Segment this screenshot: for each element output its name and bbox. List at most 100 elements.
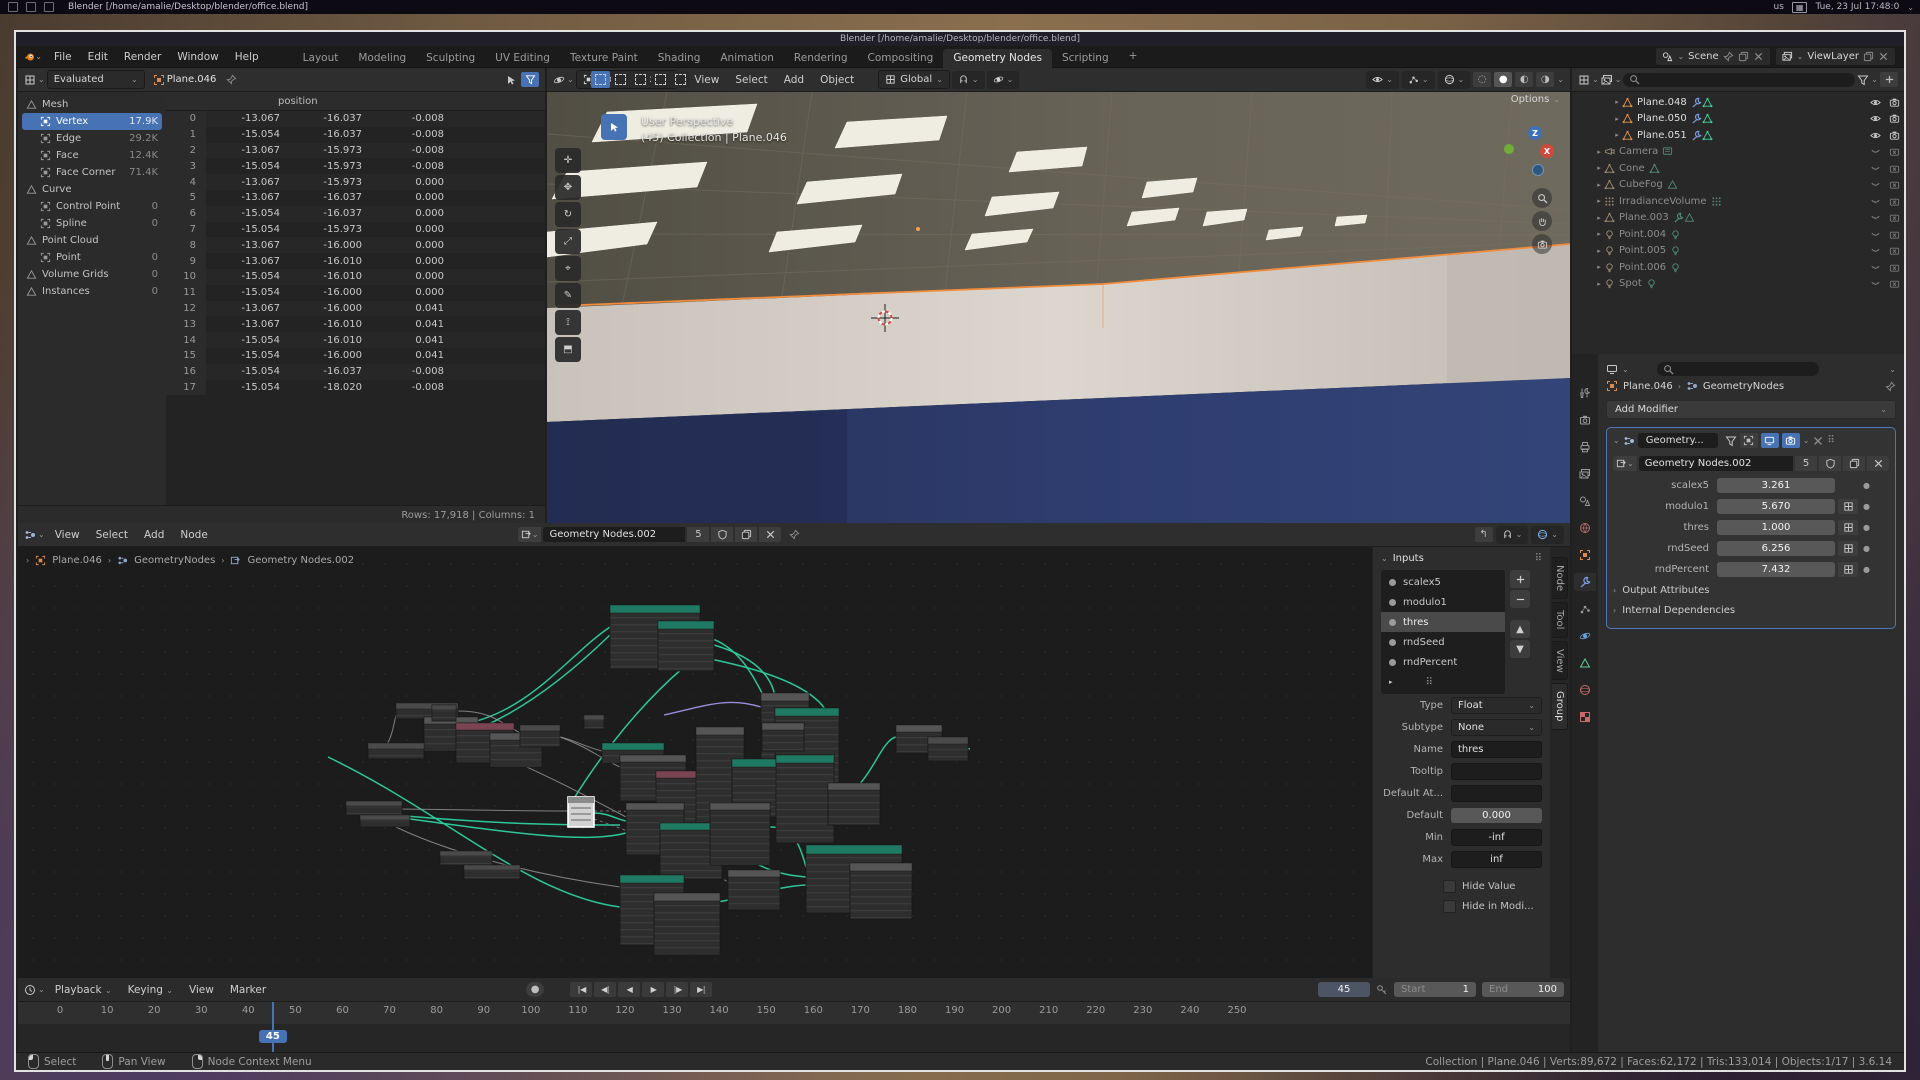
inputs-panel-title[interactable]: Inputs (1393, 553, 1424, 564)
collapse-chevron[interactable]: ⌄ (1381, 554, 1388, 563)
type-dropdown[interactable]: Float⌄ (1451, 697, 1542, 714)
group-input-modulo1[interactable]: modulo1 (1381, 592, 1505, 612)
breadcrumb-object[interactable]: Plane.046 (1623, 381, 1673, 392)
modifier-extras-chevron[interactable]: ⌄ (1803, 436, 1810, 445)
tool-cursor[interactable]: ✛ (555, 148, 581, 173)
copy-icon[interactable] (1738, 51, 1749, 62)
axis-z-ball[interactable]: Z (1528, 126, 1542, 140)
input-attribute-toggle[interactable] (1838, 499, 1858, 514)
domain-row-curve[interactable]: Curve (22, 181, 162, 198)
menu-select[interactable]: Select (727, 72, 775, 88)
subtype-dropdown[interactable]: None⌄ (1451, 719, 1542, 736)
outliner-item-plane.048[interactable]: ▸Plane.048 (1572, 94, 1904, 111)
start-frame-field[interactable]: Start1 (1394, 982, 1476, 997)
menu-view[interactable]: View (47, 527, 88, 543)
jump-to-end-button[interactable]: ▶∣ (690, 982, 712, 997)
parent-node-tree-button[interactable]: ↰ (1475, 527, 1493, 542)
menu-select[interactable]: Select (88, 527, 136, 543)
table-row[interactable]: 6-15.054-16.0370.000 (166, 206, 545, 222)
outliner-item-plane.003[interactable]: ▸Plane.003 (1572, 210, 1904, 227)
rndSeed-value-slider[interactable]: 6.256 (1717, 541, 1835, 556)
display-editmode-toggle[interactable] (1740, 433, 1758, 448)
camera-view-button[interactable] (1532, 234, 1552, 254)
input-attribute-toggle[interactable] (1838, 520, 1858, 535)
table-row[interactable]: 11-15.054-16.0000.000 (166, 285, 545, 301)
browse-node-group-button[interactable]: ⌄ (518, 527, 542, 542)
outliner-item-spot[interactable]: ▸Spot (1572, 276, 1904, 293)
default-value-slider[interactable]: 0.000 (1451, 808, 1542, 823)
node-group-name-field[interactable]: Geometry Nodes.002 (1639, 456, 1793, 471)
menu-marker[interactable]: Marker (222, 982, 274, 998)
keying-set-icon[interactable] (1376, 984, 1388, 996)
table-row[interactable]: 17-15.054-18.020-0.008 (166, 380, 545, 396)
axis-neg-ball[interactable] (1532, 164, 1544, 176)
select-mode-invert[interactable] (651, 71, 670, 88)
animate-decorator[interactable]: ● (1863, 565, 1870, 574)
menu-view[interactable]: View (181, 982, 222, 998)
play-reverse-button[interactable]: ◀ (618, 982, 640, 997)
select-mode-new[interactable] (591, 71, 610, 88)
fake-user-button[interactable] (711, 527, 733, 542)
node-graph[interactable] (28, 575, 1368, 975)
properties-tab-imgs[interactable] (1574, 465, 1596, 483)
properties-tab-tri[interactable] (1574, 654, 1596, 672)
outliner-item-plane.051[interactable]: ▸Plane.051 (1572, 127, 1904, 144)
current-frame-field[interactable]: 45 (1318, 982, 1370, 997)
collapse-chevron[interactable]: ⌄ (1613, 436, 1620, 445)
blender-logo-icon[interactable]: ⌄ (24, 50, 42, 64)
workspace-tab-scripting[interactable]: Scripting (1052, 49, 1119, 68)
vertex-group-filter-icon[interactable] (1725, 435, 1737, 447)
outliner-item-cubefog[interactable]: ▸CubeFog (1572, 177, 1904, 194)
properties-tab-dots3[interactable] (1574, 600, 1596, 618)
timeline-track[interactable] (18, 1024, 1570, 1052)
system-tray-icon[interactable] (44, 2, 54, 12)
spreadsheet-editor-icon[interactable] (24, 74, 36, 86)
shading-solid-button[interactable]: ● (1494, 72, 1512, 87)
end-frame-field[interactable]: End100 (1482, 982, 1564, 997)
outliner-editor-icon[interactable] (1578, 74, 1590, 86)
workspace-tab-shading[interactable]: Shading (648, 49, 711, 68)
pin-icon[interactable] (789, 529, 800, 540)
viewport-canvas[interactable]: User Perspective (45) Collection | Plane… (547, 92, 1570, 523)
viewlayer-selector[interactable]: ⌄ ViewLayer (1775, 47, 1896, 66)
properties-tab-tool[interactable] (1574, 384, 1596, 402)
outliner-search-input[interactable] (1623, 73, 1855, 87)
visibility-dropdown[interactable]: ⌄ (1366, 71, 1399, 89)
domain-row-mesh[interactable]: Mesh (22, 96, 162, 113)
list-resize-handle[interactable]: ▸⠿ (1381, 672, 1505, 692)
modulo1-value-slider[interactable]: 5.670 (1717, 499, 1835, 514)
menu-render[interactable]: Render (116, 49, 169, 65)
users-count-button[interactable]: 5 (1795, 456, 1817, 471)
workspace-tab-texture-paint[interactable]: Texture Paint (560, 49, 648, 68)
gizmos-dropdown[interactable]: ⌄ (1402, 71, 1435, 89)
users-count-button[interactable]: 5 (687, 527, 709, 542)
table-row[interactable]: 4-13.067-15.9730.000 (166, 174, 545, 190)
remove-input-button[interactable] (1510, 590, 1530, 608)
column-header-position[interactable]: position (278, 96, 318, 107)
tool-move[interactable]: ✥ (555, 175, 581, 200)
group-input-rndSeed[interactable]: rndSeed (1381, 632, 1505, 652)
tool-rotate[interactable]: ↻ (555, 202, 581, 227)
group-input-rndPercent[interactable]: rndPercent (1381, 652, 1505, 672)
table-row[interactable]: 3-15.054-15.973-0.008 (166, 158, 545, 174)
output-attributes-section[interactable]: ›Output Attributes (1613, 580, 1889, 600)
close-icon[interactable] (1753, 51, 1764, 62)
properties-tab-checker[interactable] (1574, 708, 1596, 726)
sidebar-tab-group[interactable]: Group (1552, 683, 1568, 729)
viewport-editor-icon[interactable] (553, 74, 565, 86)
workspace-tab-rendering[interactable]: Rendering (784, 49, 858, 68)
snap-dropdown[interactable]: ⌄ (1496, 526, 1529, 544)
max-input[interactable]: inf (1451, 851, 1542, 868)
chevron-down-icon[interactable]: ⌄ (1907, 3, 1914, 12)
table-row[interactable]: 2-13.067-15.973-0.008 (166, 143, 545, 159)
scene-selector[interactable]: ⌄ Scene (1655, 47, 1770, 66)
tooltip-input[interactable] (1451, 763, 1542, 780)
new-collection-button[interactable] (1880, 72, 1898, 87)
domain-row-face-corner[interactable]: Face Corner71.4K (22, 164, 162, 181)
timeline-ruler[interactable]: 0102030405060708090100110120130140150160… (18, 1002, 1570, 1025)
select-mode-extend[interactable] (611, 71, 630, 88)
properties-editor-icon[interactable] (1606, 363, 1618, 375)
display-render-toggle[interactable] (1782, 433, 1800, 448)
menu-help[interactable]: Help (227, 49, 267, 65)
orientation-selector[interactable]: Global⌄ (878, 70, 950, 89)
